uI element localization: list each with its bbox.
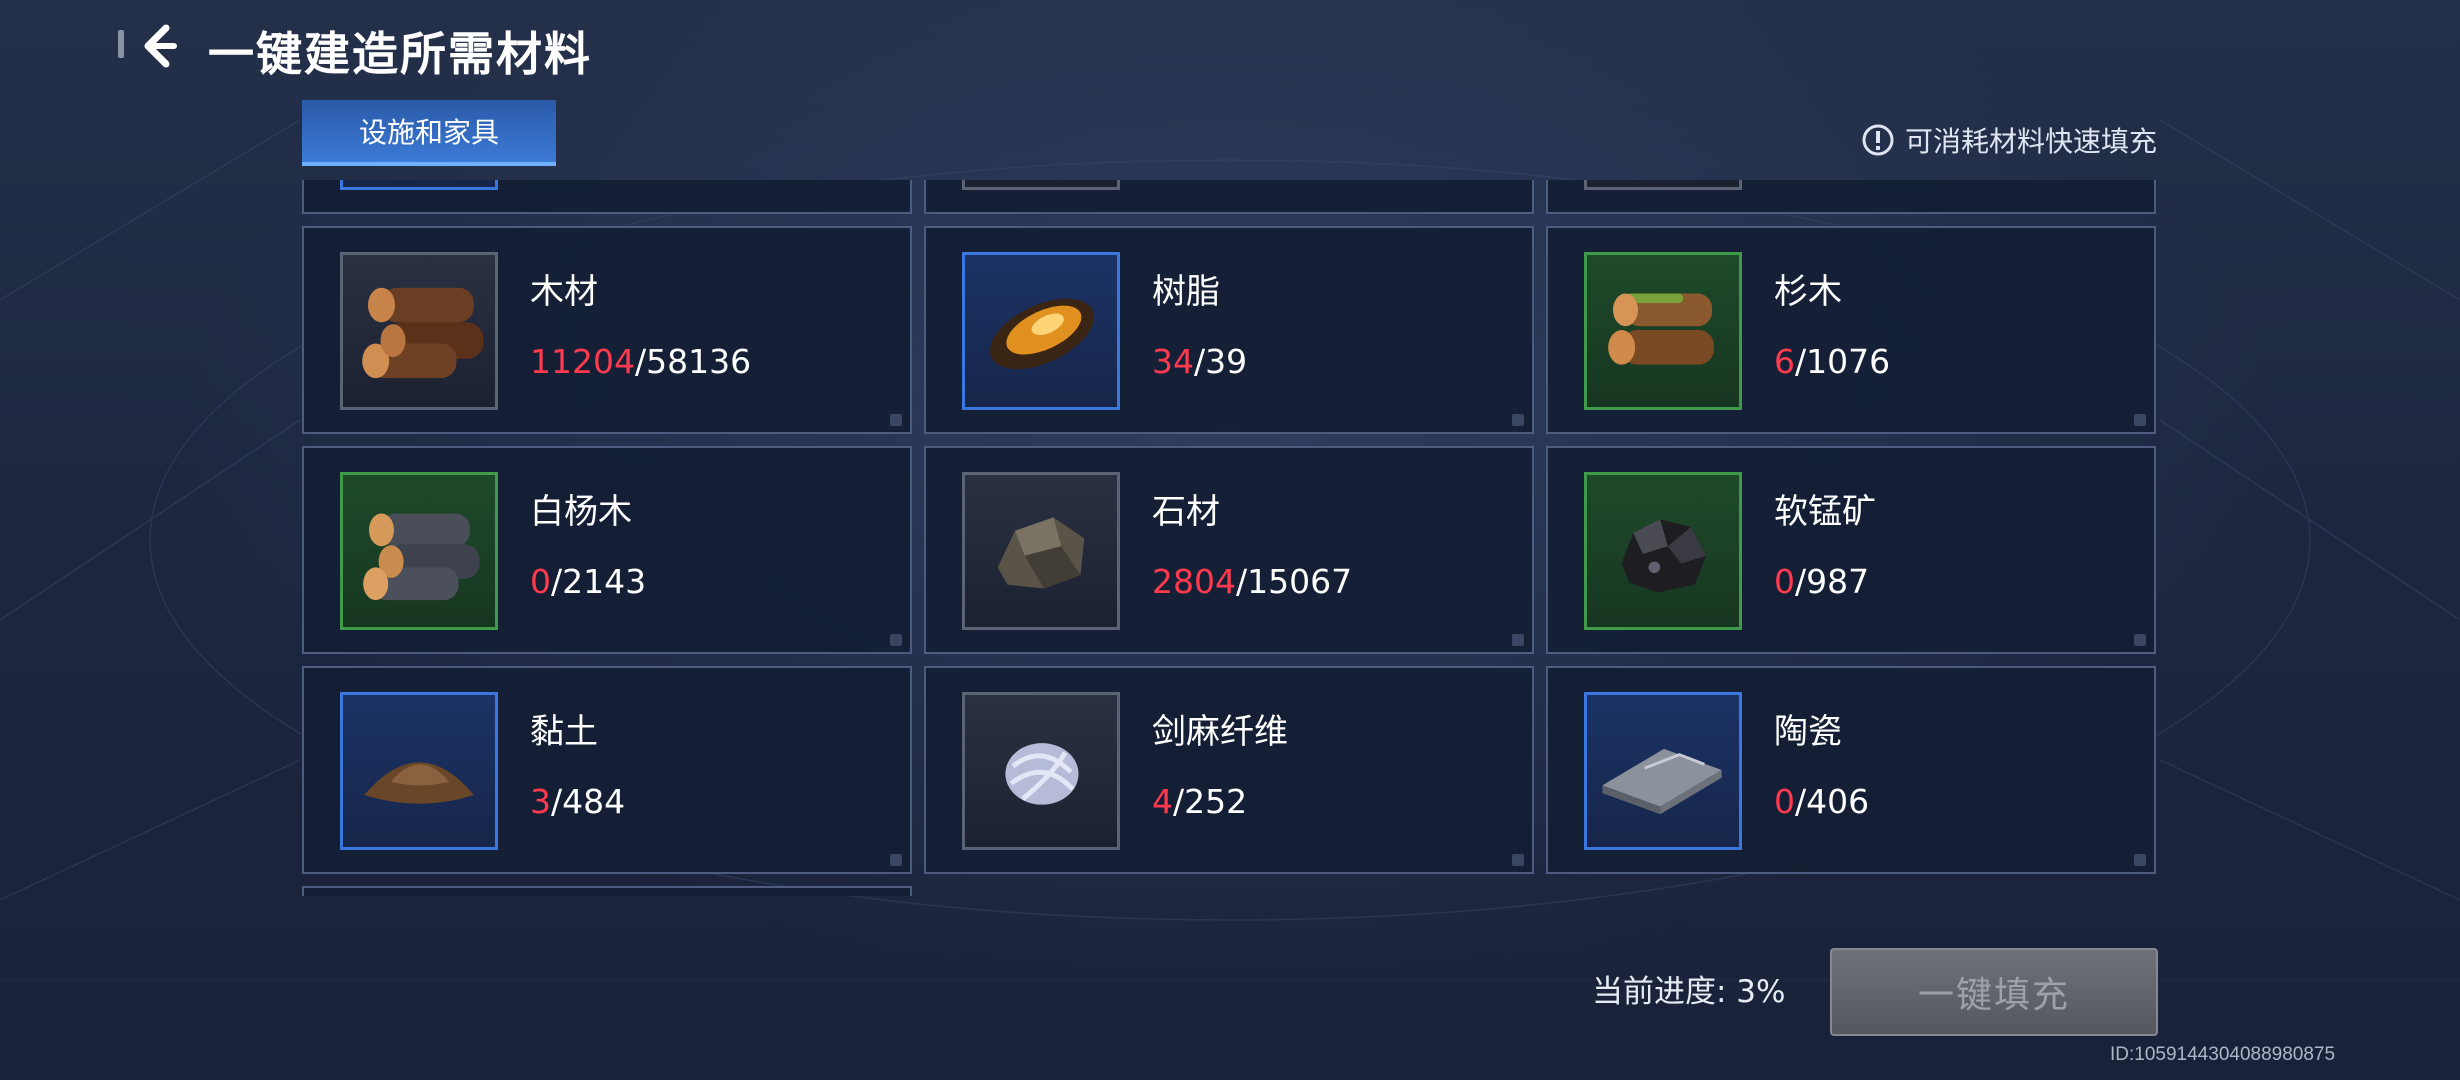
corner-mark <box>2134 854 2146 866</box>
player-id: ID:1059144304088980875 <box>2110 1044 2336 1065</box>
corner-mark <box>890 414 902 426</box>
material-count: 0/987 <box>1774 562 1869 601</box>
corner-mark <box>1512 634 1524 646</box>
material-need: /39 <box>1194 342 1248 381</box>
info-icon <box>1862 124 1894 156</box>
material-thumb <box>1584 472 1742 630</box>
material-card-resin[interactable]: 树脂 34/39 <box>924 226 1534 434</box>
material-thumb <box>1584 692 1742 850</box>
material-card-fir-wood[interactable]: 杉木 6/1076 <box>1546 226 2156 434</box>
page-title: 一键建造所需材料 <box>208 27 592 81</box>
material-card-pyrolusite[interactable]: 软锰矿 0/987 <box>1546 446 2156 654</box>
quick-fill-link[interactable]: 可消耗材料快速填充 <box>1861 120 2157 160</box>
corner-mark <box>1512 854 1524 866</box>
material-need: /15067 <box>1235 562 1353 601</box>
material-thumb <box>1584 252 1742 410</box>
material-name: 软锰矿 <box>1774 492 1876 532</box>
material-card-partial <box>1546 180 2156 214</box>
material-have: 0 <box>1774 562 1795 601</box>
material-have: 0 <box>1774 782 1795 821</box>
poplar-wood-icon <box>363 513 480 601</box>
material-name: 杉木 <box>1774 272 1842 312</box>
material-card-partial <box>924 180 1534 214</box>
material-need: /252 <box>1173 782 1248 821</box>
corner-mark <box>1512 414 1524 426</box>
material-have: 4 <box>1152 782 1173 821</box>
material-name: 黏土 <box>530 712 598 752</box>
materials-grid: 木材 11204/58136 树脂 34/39 杉木 6/1076 白杨木 0/… <box>300 180 2162 896</box>
material-thumb <box>962 252 1120 410</box>
clay-icon <box>364 762 474 804</box>
material-card-stone[interactable]: 石材 2804/15067 <box>924 446 1534 654</box>
material-count: 0/2143 <box>530 562 646 601</box>
material-count: 11204/58136 <box>530 342 751 381</box>
material-thumb <box>962 692 1120 850</box>
material-card-partial <box>302 180 912 214</box>
wood-logs-icon <box>362 287 484 379</box>
material-have: 34 <box>1152 342 1194 381</box>
material-have: 3 <box>530 782 551 821</box>
material-count: 3/484 <box>530 782 625 821</box>
material-thumb <box>1584 180 1742 190</box>
material-name: 陶瓷 <box>1774 712 1842 752</box>
material-count: 6/1076 <box>1774 342 1890 381</box>
material-name: 剑麻纤维 <box>1152 712 1288 752</box>
material-have: 11204 <box>530 342 635 381</box>
material-card-clay[interactable]: 黏土 3/484 <box>302 666 912 874</box>
material-thumb <box>962 180 1120 190</box>
material-count: 0/406 <box>1774 782 1869 821</box>
material-card-wood[interactable]: 木材 11204/58136 <box>302 226 912 434</box>
material-count: 34/39 <box>1152 342 1247 381</box>
material-need: /1076 <box>1795 342 1891 381</box>
material-count: 2804/15067 <box>1152 562 1352 601</box>
quick-fill-label: 可消耗材料快速填充 <box>1904 125 2157 158</box>
material-thumb <box>340 472 498 630</box>
material-thumb <box>340 252 498 410</box>
material-need: /2143 <box>551 562 647 601</box>
header-mark <box>118 30 124 58</box>
resin-icon <box>989 298 1094 370</box>
material-name: 石材 <box>1152 492 1220 532</box>
material-have: 2804 <box>1152 562 1236 601</box>
material-card-partial <box>302 886 912 896</box>
corner-mark <box>890 854 902 866</box>
pyrolusite-ore-icon <box>1621 519 1707 593</box>
material-thumb <box>340 692 498 850</box>
material-need: /406 <box>1795 782 1870 821</box>
material-name: 树脂 <box>1152 272 1220 312</box>
back-button[interactable] <box>130 14 190 78</box>
material-thumb <box>340 180 498 190</box>
material-need: /987 <box>1795 562 1870 601</box>
corner-mark <box>2134 414 2146 426</box>
material-have: 0 <box>530 562 551 601</box>
tab-facilities-furniture[interactable]: 设施和家具 <box>302 100 556 166</box>
material-count: 4/252 <box>1152 782 1247 821</box>
material-need: /484 <box>551 782 626 821</box>
material-name: 木材 <box>530 272 598 312</box>
one-click-fill-button[interactable]: 一键填充 <box>1830 948 2158 1036</box>
stone-icon <box>997 517 1085 589</box>
sisal-fiber-icon <box>1005 743 1079 805</box>
corner-mark <box>2134 634 2146 646</box>
ceramic-plate-icon <box>1602 748 1722 815</box>
corner-mark <box>890 634 902 646</box>
header-bar: 一键建造所需材料 <box>0 0 2460 95</box>
back-arrow-icon <box>144 24 177 68</box>
material-have: 6 <box>1774 342 1795 381</box>
material-card-ceramic[interactable]: 陶瓷 0/406 <box>1546 666 2156 874</box>
fir-wood-icon <box>1608 293 1714 365</box>
material-card-sisal-fiber[interactable]: 剑麻纤维 4/252 <box>924 666 1534 874</box>
material-name: 白杨木 <box>530 492 632 532</box>
progress-label: 当前进度: 3% <box>1592 974 1786 1010</box>
material-card-poplar-wood[interactable]: 白杨木 0/2143 <box>302 446 912 654</box>
material-thumb <box>962 472 1120 630</box>
material-need: /58136 <box>634 342 752 381</box>
